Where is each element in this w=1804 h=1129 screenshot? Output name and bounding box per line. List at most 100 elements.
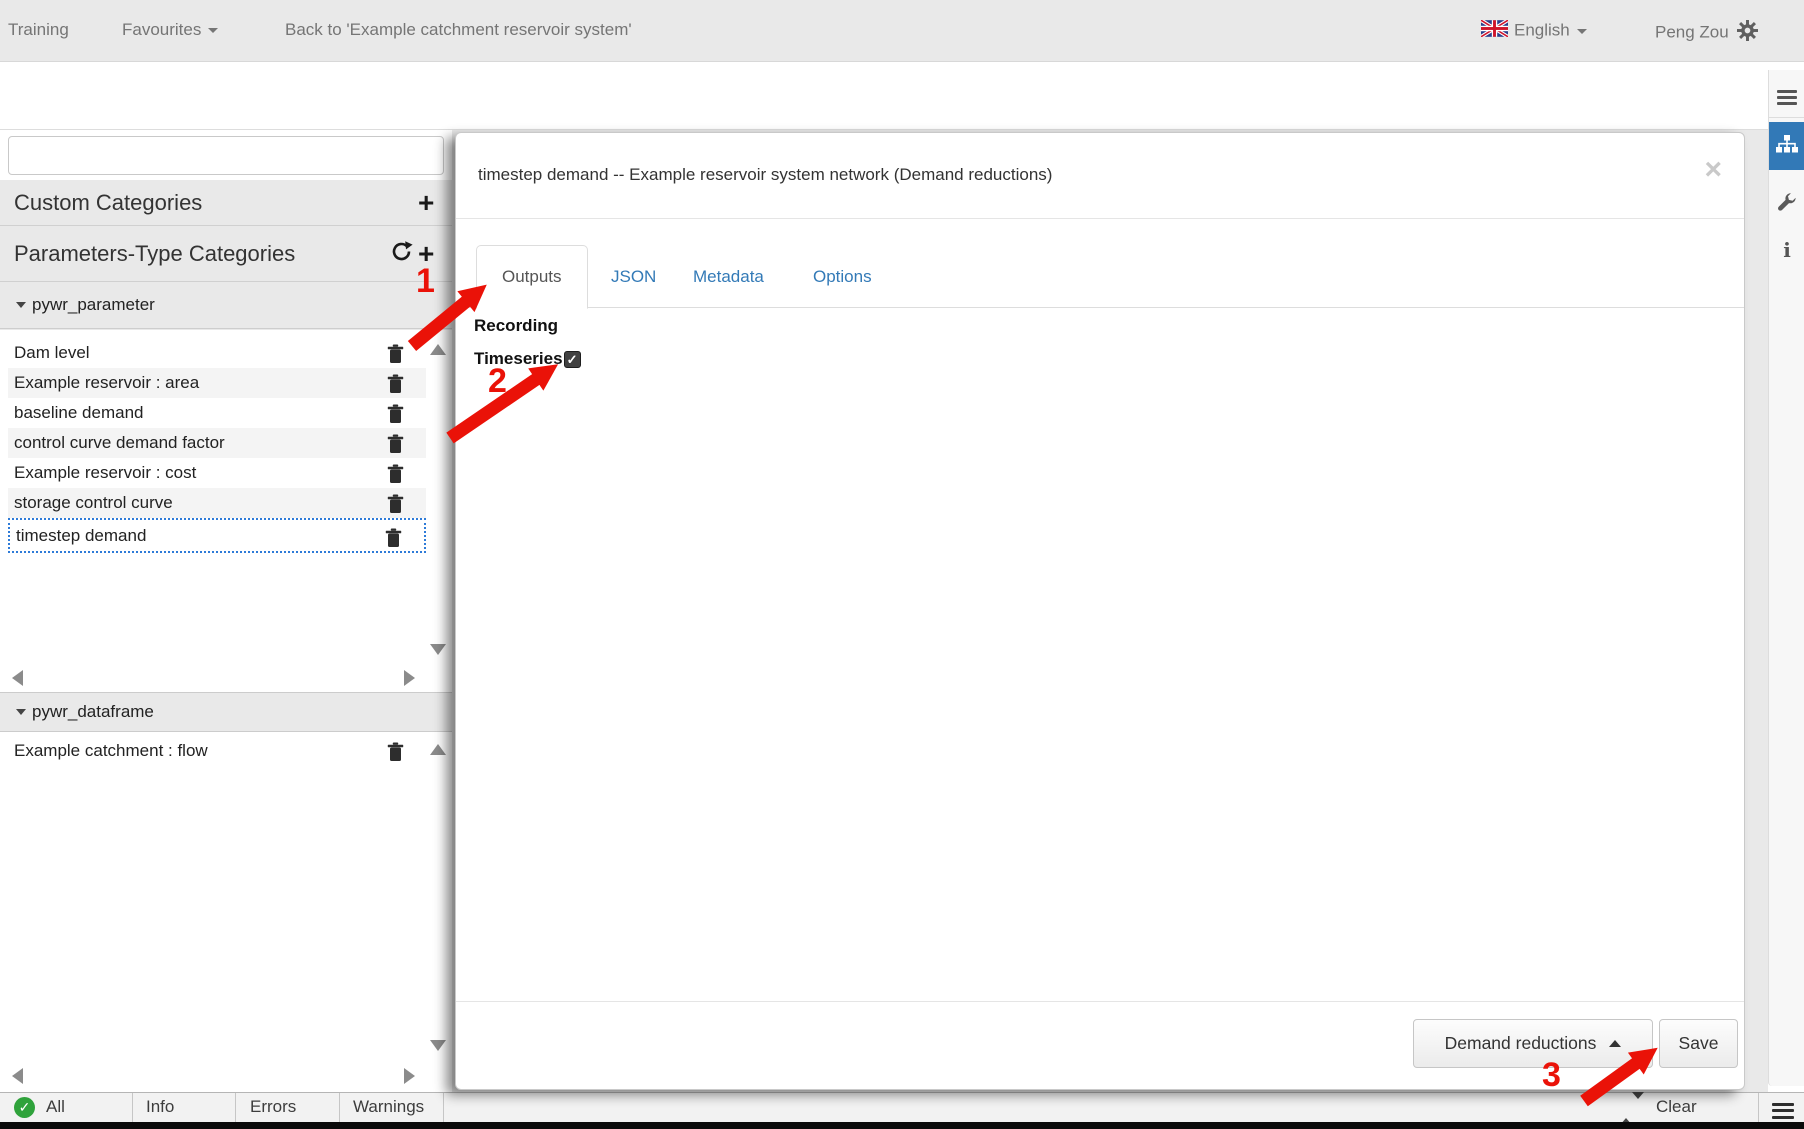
network-tab-bar: Map Resources Metrics Custom Rules Param… xyxy=(0,62,1804,130)
filter-info[interactable]: Info xyxy=(146,1097,174,1117)
group-pywr-dataframe[interactable]: pywr_dataframe xyxy=(0,692,452,732)
rail-tools-button[interactable] xyxy=(1769,182,1804,226)
parameter-item-label: baseline demand xyxy=(8,403,143,422)
add-parameter-type-icon[interactable]: + xyxy=(418,240,434,268)
tab-options[interactable]: Options xyxy=(788,246,897,308)
rail-info-button[interactable]: i xyxy=(1769,228,1804,272)
favourites-menu[interactable]: Favourites xyxy=(122,20,218,40)
parameter-list-item[interactable]: Dam level xyxy=(8,338,426,368)
sitemap-icon xyxy=(1776,135,1798,158)
parameter-list-item[interactable]: baseline demand xyxy=(8,398,426,428)
statusbar-divider xyxy=(339,1093,340,1123)
parameter-list-item[interactable]: Example catchment : flow xyxy=(8,736,426,766)
refresh-icon[interactable] xyxy=(390,240,413,268)
favourites-label: Favourites xyxy=(122,20,201,39)
check-icon: ✓ xyxy=(565,352,580,368)
top-navigation-bar: Training Favourites Back to 'Example cat… xyxy=(0,0,1804,62)
parameter-item-label: Example reservoir : cost xyxy=(8,463,196,482)
trash-icon[interactable] xyxy=(387,742,404,761)
tab-metadata[interactable]: Metadata xyxy=(668,246,789,308)
info-icon: i xyxy=(1783,238,1791,262)
parameter-item-label: storage control curve xyxy=(8,493,173,512)
trash-icon[interactable] xyxy=(387,434,404,453)
timeseries-label: Timeseries xyxy=(474,349,563,369)
sidebar-filter-box[interactable] xyxy=(8,136,444,175)
recording-heading: Recording xyxy=(474,316,1726,336)
sort-toggle-icon[interactable] xyxy=(1620,1099,1644,1119)
filter-errors[interactable]: Errors xyxy=(250,1097,296,1117)
right-tool-rail: i xyxy=(1768,70,1804,1086)
rail-menu-button[interactable] xyxy=(1769,78,1804,118)
statusbar-divider xyxy=(235,1093,236,1123)
back-link[interactable]: Back to 'Example catchment reservoir sys… xyxy=(285,20,632,40)
parameter-list-item[interactable]: control curve demand factor xyxy=(8,428,426,458)
trash-icon[interactable] xyxy=(387,464,404,483)
pywr-parameter-list: Dam level Example reservoir : area baselin… xyxy=(8,338,426,553)
language-label: English xyxy=(1514,20,1570,39)
close-icon[interactable]: × xyxy=(1704,155,1722,185)
parameter-item-label: Example catchment : flow xyxy=(8,741,208,760)
app-brand[interactable]: Training xyxy=(8,20,69,40)
scenario-dropdown-label: Demand reductions xyxy=(1445,1033,1597,1054)
chevron-down-icon xyxy=(1577,29,1587,34)
window-edge xyxy=(0,1122,1804,1129)
timeseries-checkbox[interactable]: ✓ xyxy=(564,351,581,368)
wrench-icon xyxy=(1777,192,1797,217)
dialog-footer: Demand reductions Save xyxy=(456,1001,1744,1089)
save-button[interactable]: Save xyxy=(1659,1019,1738,1068)
parameter-item-label: Dam level xyxy=(8,343,90,362)
statusbar-menu-icon[interactable] xyxy=(1772,1099,1794,1122)
parameter-item-label: control curve demand factor xyxy=(8,433,225,452)
trash-icon[interactable] xyxy=(387,494,404,513)
status-ok-icon[interactable]: ✓ xyxy=(14,1097,35,1118)
tab-outputs[interactable]: Outputs xyxy=(476,245,588,309)
group-name: pywr_parameter xyxy=(32,295,155,315)
parameter-type-title: Parameters-Type Categories xyxy=(14,241,295,267)
pywr-dataframe-list: Example catchment : flow xyxy=(8,736,426,766)
parameter-list-item[interactable]: Example reservoir : area xyxy=(8,368,426,398)
trash-icon[interactable] xyxy=(387,344,404,363)
dialog-header: timestep demand -- Example reservoir sys… xyxy=(456,133,1744,219)
rail-network-tree-button[interactable] xyxy=(1769,122,1804,170)
dialog-title: timestep demand -- Example reservoir sys… xyxy=(478,165,1052,185)
scroll-right-icon[interactable] xyxy=(404,1068,415,1084)
parameters-sidebar: Custom Categories + Parameters-Type Cate… xyxy=(0,130,452,1092)
clear-log-button[interactable]: Clear xyxy=(1656,1097,1697,1117)
scroll-left-icon[interactable] xyxy=(12,1068,23,1084)
outputs-tab-panel: Recording Timeseries ✓ xyxy=(456,308,1744,377)
dialog-tab-bar: Outputs JSON Metadata Options xyxy=(456,219,1744,308)
trash-icon[interactable] xyxy=(387,374,404,393)
statusbar-divider xyxy=(1758,1093,1759,1123)
parameter-type-header: Parameters-Type Categories + xyxy=(0,226,452,282)
scroll-down-icon[interactable] xyxy=(430,644,446,655)
category-headers: Custom Categories + Parameters-Type Cate… xyxy=(0,180,452,330)
scroll-up-icon[interactable] xyxy=(430,344,446,355)
save-button-label: Save xyxy=(1679,1033,1719,1054)
parameter-item-label: timestep demand xyxy=(10,526,146,545)
group-name: pywr_dataframe xyxy=(32,702,154,722)
custom-categories-title: Custom Categories xyxy=(14,190,202,216)
timeseries-row: Timeseries ✓ xyxy=(474,349,1726,369)
hamburger-icon xyxy=(1777,87,1797,108)
parameter-list-item[interactable]: timestep demand xyxy=(8,518,426,553)
parameter-list-item[interactable]: storage control curve xyxy=(8,488,426,518)
scroll-right-icon[interactable] xyxy=(404,670,415,686)
application-window: Training Favourites Back to 'Example cat… xyxy=(0,0,1804,1129)
filter-all[interactable]: All xyxy=(46,1097,65,1117)
scenario-dropdown-button[interactable]: Demand reductions xyxy=(1413,1019,1653,1068)
user-name: Peng Zou xyxy=(1655,22,1729,41)
language-menu[interactable]: English xyxy=(1481,20,1587,42)
scroll-up-icon[interactable] xyxy=(430,744,446,755)
statusbar-divider xyxy=(132,1093,133,1123)
filter-warnings[interactable]: Warnings xyxy=(353,1097,424,1117)
group-pywr-parameter[interactable]: pywr_parameter xyxy=(0,282,452,329)
statusbar-divider xyxy=(443,1093,444,1123)
parameter-dialog: timestep demand -- Example reservoir sys… xyxy=(455,132,1745,1090)
trash-icon[interactable] xyxy=(385,526,402,545)
scroll-down-icon[interactable] xyxy=(430,1040,446,1051)
add-custom-category-icon[interactable]: + xyxy=(418,189,434,217)
scroll-left-icon[interactable] xyxy=(12,670,23,686)
trash-icon[interactable] xyxy=(387,404,404,423)
parameter-list-item[interactable]: Example reservoir : cost xyxy=(8,458,426,488)
user-menu[interactable]: Peng Zou xyxy=(1655,20,1758,46)
